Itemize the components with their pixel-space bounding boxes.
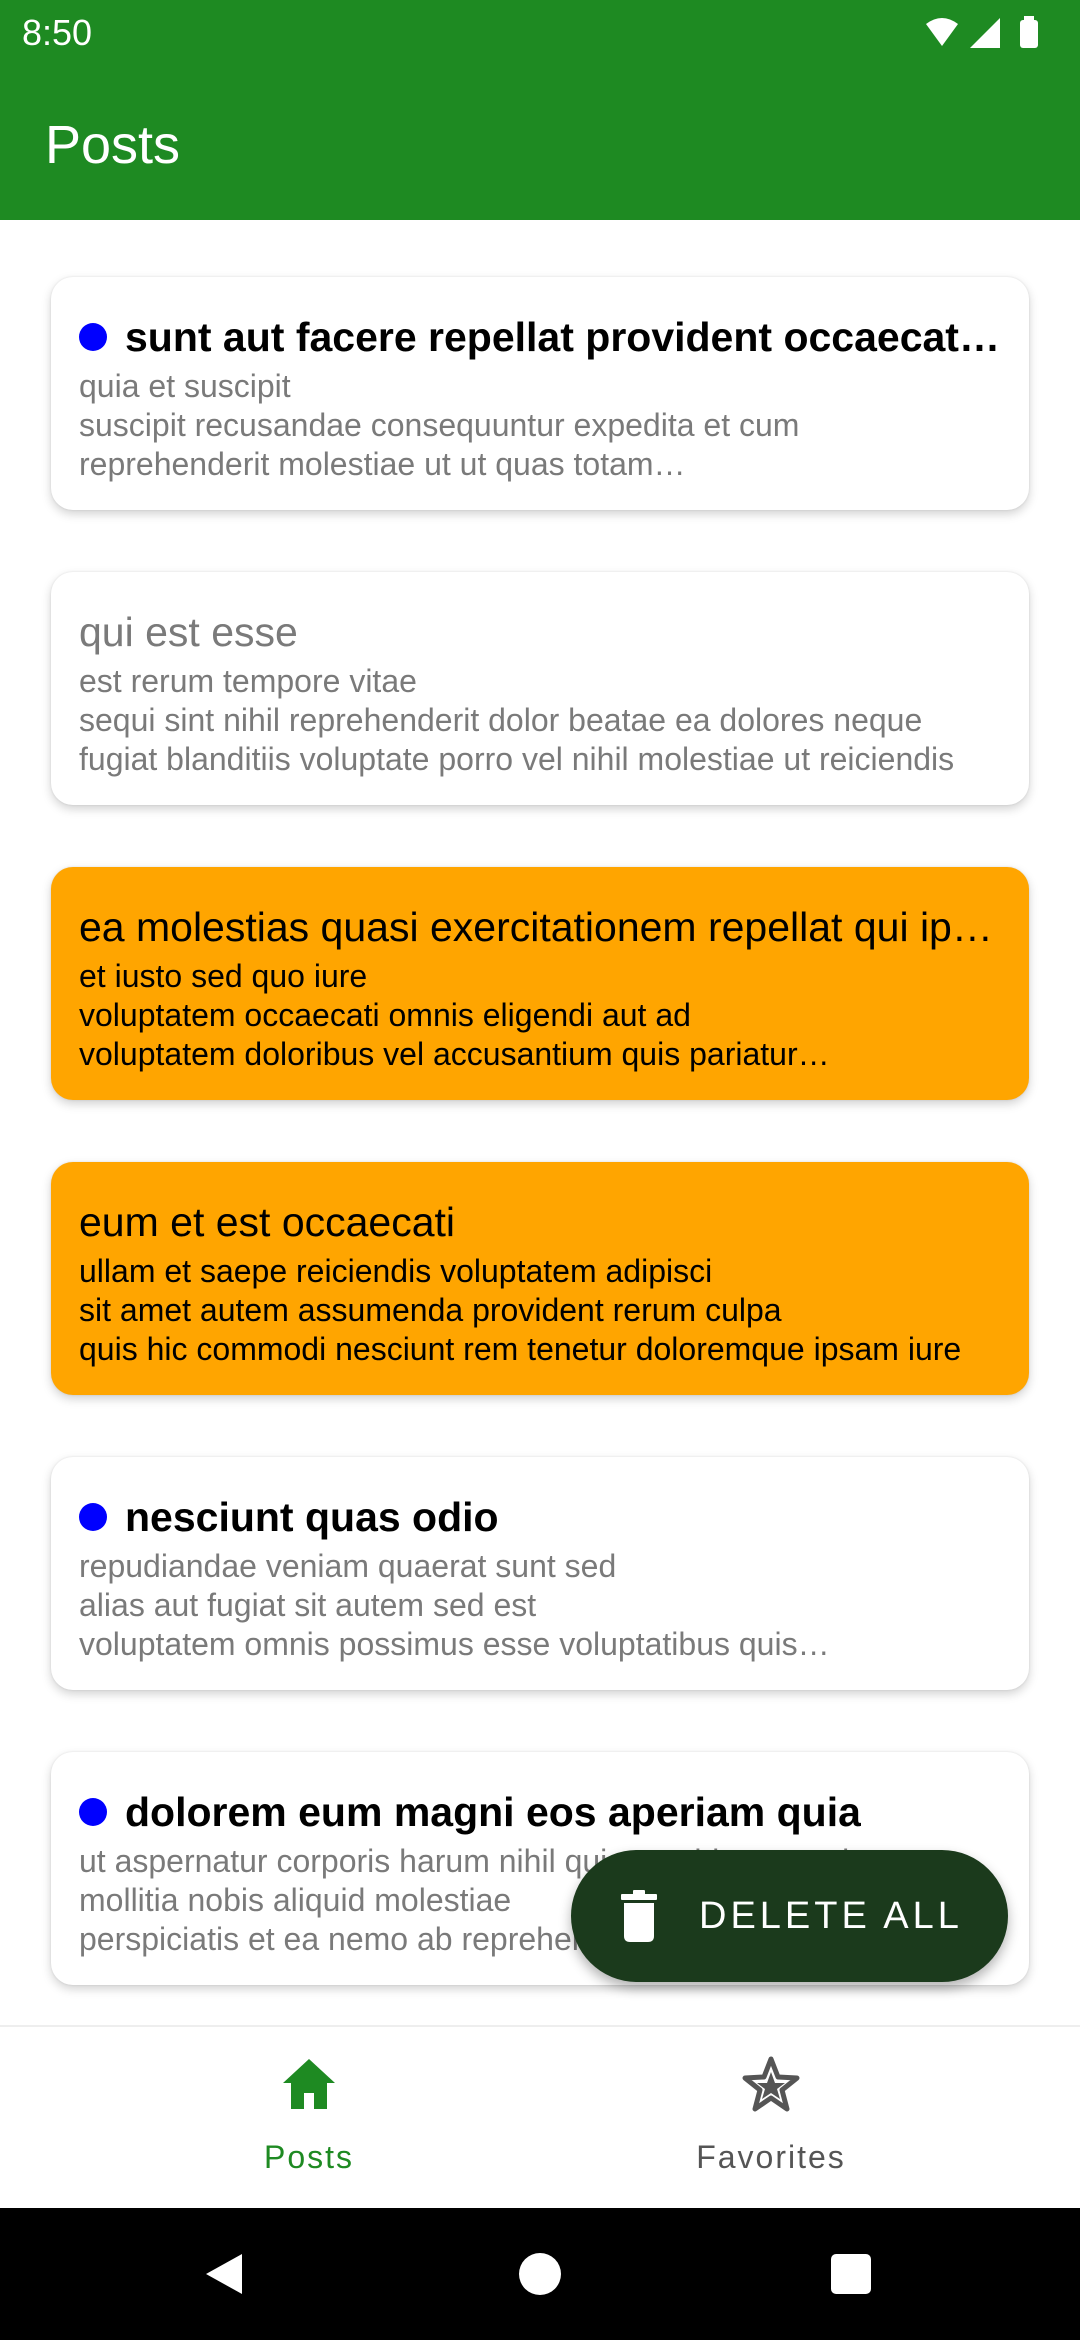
delete-all-button[interactable]: DELETE ALL — [571, 1850, 1008, 1982]
nav-item-favorites[interactable]: Favorites — [501, 2027, 1041, 2210]
post-body: repudiandae veniam quaerat sunt sed alia… — [79, 1548, 830, 1662]
back-icon[interactable] — [200, 2250, 248, 2298]
post-card[interactable]: qui est esse est rerum tempore vitae seq… — [51, 572, 1029, 805]
post-body: est rerum tempore vitae sequi sint nihil… — [79, 663, 955, 777]
star-icon — [742, 2056, 800, 2112]
post-body: ullam et saepe reiciendis voluptatem adi… — [79, 1253, 962, 1367]
post-title: dolorem eum magni eos aperiam quia — [79, 1788, 1001, 1836]
post-title: nesciunt quas odio — [79, 1493, 1001, 1541]
system-nav-bar — [0, 2208, 1080, 2340]
app-bar: Posts — [0, 66, 1080, 220]
post-body: quia et suscipit suscipit recusandae con… — [79, 368, 800, 482]
unread-dot-icon — [79, 1503, 107, 1531]
post-card[interactable]: nesciunt quas odio repudiandae veniam qu… — [51, 1457, 1029, 1690]
unread-dot-icon — [79, 1798, 107, 1826]
status-time: 8:50 — [22, 12, 93, 53]
nav-label-posts: Posts — [263, 2139, 355, 2175]
post-card-highlighted[interactable]: eum et est occaecati ullam et saepe reic… — [51, 1162, 1029, 1395]
delete-all-label: DELETE ALL — [699, 1894, 963, 1937]
battery-icon — [1020, 20, 1038, 48]
post-title: eum et est occaecati — [79, 1199, 456, 1245]
post-title: sunt aut facere repellat provident occae… — [79, 313, 1001, 361]
post-body: et iusto sed quo iure voluptatem occaeca… — [79, 958, 830, 1072]
post-card[interactable]: sunt aut facere repellat provident occae… — [51, 277, 1029, 510]
wifi-icon — [926, 18, 958, 46]
bottom-nav: Posts Favorites — [0, 2025, 1080, 2210]
home-icon — [283, 2059, 335, 2109]
nav-item-posts[interactable]: Posts — [39, 2027, 579, 2210]
post-title: qui est esse — [79, 609, 298, 655]
status-bar: 8:50 — [0, 0, 1080, 66]
status-icons — [926, 16, 1038, 48]
nav-label-favorites: Favorites — [696, 2139, 846, 2175]
post-card-highlighted[interactable]: ea molestias quasi exercitationem repell… — [51, 867, 1029, 1100]
home-button-icon[interactable] — [518, 2252, 562, 2296]
signal-icon — [970, 18, 1000, 48]
posts-list[interactable]: sunt aut facere repellat provident occae… — [0, 220, 1080, 2025]
post-title: ea molestias quasi exercitationem repell… — [79, 904, 1001, 950]
page-title: Posts — [45, 115, 181, 175]
trash-icon — [621, 1890, 657, 1942]
recents-icon[interactable] — [829, 2252, 873, 2296]
unread-dot-icon — [79, 323, 107, 351]
